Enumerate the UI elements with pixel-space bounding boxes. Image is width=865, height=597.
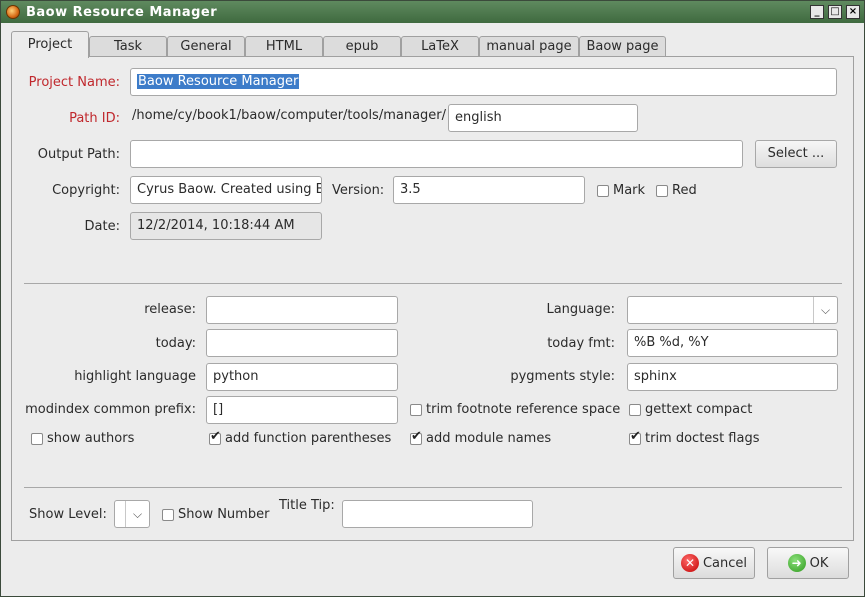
- trim-footnote-box[interactable]: [410, 403, 422, 416]
- tab-general[interactable]: General: [167, 36, 245, 57]
- today-fmt-input[interactable]: %B %d, %Y: [627, 329, 838, 357]
- show-authors-checkbox[interactable]: show authors: [31, 431, 134, 446]
- today-label: today:: [155, 336, 196, 351]
- output-path-label: Output Path:: [37, 147, 120, 162]
- window-title: Baow Resource Manager: [26, 4, 218, 20]
- show-level-select[interactable]: ⌵: [114, 500, 150, 528]
- ok-icon: ➜: [787, 554, 806, 572]
- show-level-label: Show Level:: [29, 507, 107, 522]
- tab-epub[interactable]: epub: [323, 36, 401, 57]
- tab-latex[interactable]: LaTeX: [401, 36, 479, 57]
- red-checkbox-box[interactable]: [656, 184, 668, 197]
- add-module-names-label: add module names: [426, 431, 552, 446]
- divider-top: [24, 283, 842, 284]
- chevron-down-icon[interactable]: ⌵: [125, 501, 149, 527]
- tab-project[interactable]: Project: [11, 31, 89, 58]
- project-name-value: Baow Resource Manager: [137, 74, 300, 89]
- app-icon: [6, 5, 20, 19]
- modindex-prefix-label: modindex common prefix:: [25, 402, 196, 417]
- cancel-button[interactable]: ✕ Cancel: [673, 547, 755, 579]
- pygments-style-label: pygments style:: [510, 369, 615, 384]
- red-checkbox[interactable]: Red: [656, 183, 697, 198]
- version-label: Version:: [332, 183, 385, 198]
- trim-doctest-flags-label: trim doctest flags: [645, 431, 760, 446]
- add-function-parentheses-box[interactable]: [209, 429, 221, 445]
- gettext-compact-box[interactable]: [629, 403, 641, 416]
- divider-bottom: [24, 487, 842, 488]
- trim-doctest-flags-box[interactable]: [629, 429, 641, 445]
- path-prefix: /home/cy/book1/baow/computer/tools/manag…: [132, 108, 447, 123]
- path-id-input[interactable]: english: [448, 104, 638, 132]
- mark-checkbox[interactable]: Mark: [597, 183, 645, 198]
- title-bar: Baow Resource Manager _ □ ×: [1, 1, 864, 23]
- main-window: Baow Resource Manager _ □ × Project Task…: [0, 0, 865, 597]
- gettext-compact-checkbox[interactable]: gettext compact: [629, 402, 752, 417]
- show-number-label: Show Number: [178, 507, 270, 522]
- version-input[interactable]: 3.5: [393, 176, 585, 204]
- today-input[interactable]: [206, 329, 398, 357]
- highlight-language-input[interactable]: python: [206, 363, 398, 391]
- chevron-down-icon[interactable]: ⌵: [813, 297, 837, 323]
- copyright-label: Copyright:: [52, 183, 120, 198]
- project-panel: Project Name: Baow Resource Manager Path…: [11, 56, 854, 541]
- show-number-checkbox[interactable]: Show Number: [162, 507, 269, 522]
- add-module-names-box[interactable]: [410, 429, 422, 445]
- mark-checkbox-box[interactable]: [597, 184, 609, 197]
- title-tip-input[interactable]: [342, 500, 533, 528]
- add-module-names-checkbox[interactable]: add module names: [410, 429, 552, 446]
- highlight-language-label: highlight language: [74, 369, 196, 384]
- add-function-parentheses-label: add function parentheses: [225, 431, 392, 446]
- red-label: Red: [672, 183, 697, 198]
- project-name-label: Project Name:: [28, 75, 120, 90]
- title-tip-label: Title Tip:: [279, 498, 335, 513]
- gettext-compact-label: gettext compact: [645, 402, 753, 417]
- project-name-input[interactable]: Baow Resource Manager: [130, 68, 837, 96]
- date-label: Date:: [84, 219, 120, 234]
- mark-label: Mark: [613, 183, 646, 198]
- release-input[interactable]: [206, 296, 398, 324]
- maximize-button[interactable]: □: [828, 5, 842, 19]
- cancel-label: Cancel: [702, 555, 748, 571]
- cancel-icon: ✕: [680, 554, 699, 572]
- ok-button[interactable]: ➜ OK: [767, 547, 849, 579]
- tab-task[interactable]: Task: [89, 36, 167, 57]
- language-label: Language:: [546, 302, 615, 317]
- trim-doctest-flags-checkbox[interactable]: trim doctest flags: [629, 429, 760, 446]
- today-fmt-label: today fmt:: [547, 336, 615, 351]
- close-button[interactable]: ×: [846, 5, 860, 19]
- path-id-label: Path ID:: [69, 111, 120, 126]
- tab-html[interactable]: HTML: [245, 36, 323, 57]
- trim-footnote-checkbox[interactable]: trim footnote reference space: [410, 402, 620, 417]
- ok-label: OK: [809, 555, 829, 571]
- output-path-input[interactable]: [130, 140, 743, 168]
- tab-baow-page[interactable]: Baow page: [579, 36, 666, 57]
- copyright-input[interactable]: Cyrus Baow. Created using B: [130, 176, 322, 204]
- modindex-prefix-input[interactable]: []: [206, 396, 398, 424]
- show-authors-label: show authors: [47, 431, 135, 446]
- pygments-style-input[interactable]: sphinx: [627, 363, 838, 391]
- release-label: release:: [144, 302, 196, 317]
- language-select[interactable]: ⌵: [627, 296, 838, 324]
- show-number-box[interactable]: [162, 508, 174, 521]
- trim-footnote-label: trim footnote reference space: [426, 402, 621, 417]
- select-path-button[interactable]: Select ...: [755, 140, 837, 168]
- show-authors-box[interactable]: [31, 432, 43, 445]
- date-display: 12/2/2014, 10:18:44 AM: [130, 212, 322, 240]
- tab-manual-page[interactable]: manual page: [479, 36, 579, 57]
- minimize-button[interactable]: _: [810, 5, 824, 19]
- add-function-parentheses-checkbox[interactable]: add function parentheses: [209, 429, 392, 446]
